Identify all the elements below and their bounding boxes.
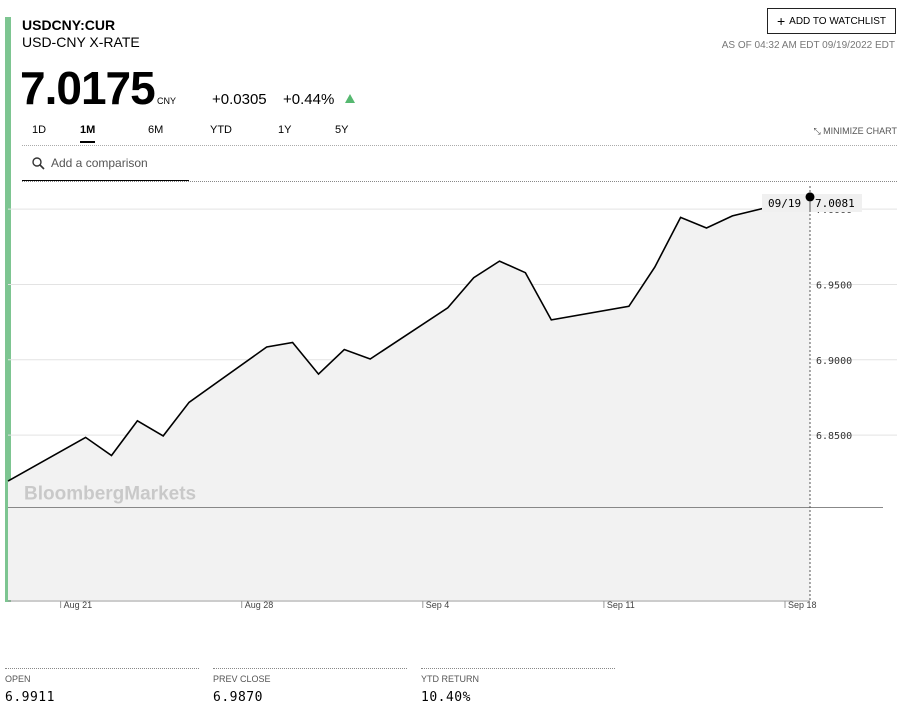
x-tick-label: Sep 11: [607, 600, 635, 610]
y-tick-label: 6.9500: [816, 280, 852, 291]
y-tick-label: 6.9000: [816, 356, 852, 367]
minimize-icon: ⤡: [813, 126, 821, 136]
tab-1m[interactable]: 1M: [80, 124, 96, 143]
stat-prev-close-value: 6.9870: [213, 690, 263, 705]
tab-5y[interactable]: 5Y: [335, 124, 348, 136]
tabs-divider: [22, 145, 897, 146]
price-change-percent: +0.44%: [283, 91, 335, 108]
ticker-symbol: USDCNY:CUR: [22, 17, 116, 33]
stat-prev-close-label: PREV CLOSE: [213, 674, 271, 684]
as-of-timestamp: AS OF 04:32 AM EDT 09/19/2022 EDT: [721, 40, 895, 51]
minimize-chart-button[interactable]: ⤡ MINIMIZE CHART: [813, 126, 897, 137]
x-tick-label: Sep 4: [426, 600, 450, 610]
x-tick-label: Aug 28: [245, 600, 274, 610]
up-arrow-icon: [345, 94, 355, 103]
tab-1y[interactable]: 1Y: [278, 124, 291, 136]
last-point-marker: [805, 192, 815, 202]
y-axis-ticks: 6.85006.90006.95007.0000: [816, 205, 852, 442]
chart-area: [8, 196, 810, 600]
x-tick-label: Sep 18: [788, 600, 817, 610]
comparison-input[interactable]: Add a comparison: [51, 156, 148, 170]
stat-ytd-return-label: YTD RETURN: [421, 674, 479, 684]
security-name: USD-CNY X-RATE: [22, 34, 140, 50]
stat-ytd-return-rule: [421, 668, 615, 669]
minimize-chart-label: MINIMIZE CHART: [823, 126, 897, 136]
x-tick-label: Aug 21: [64, 600, 93, 610]
price-currency: CNY: [157, 96, 177, 106]
search-icon: [32, 157, 45, 170]
tooltip-value: 7.0081: [815, 197, 855, 210]
tooltip-date: 09/19: [768, 197, 801, 210]
price-chart: BloombergMarkets 6.85006.90006.95007.000…: [7, 186, 897, 610]
add-to-watchlist-label: ADD TO WATCHLIST: [789, 15, 887, 27]
stat-open-value: 6.9911: [5, 690, 55, 705]
tab-6m[interactable]: 6M: [148, 124, 163, 136]
tab-ytd[interactable]: YTD: [210, 124, 232, 136]
stat-ytd-return-value: 10.40%: [421, 690, 471, 705]
price-change: +0.0305: [212, 91, 267, 108]
tab-1d[interactable]: 1D: [32, 124, 46, 136]
bloomberg-watermark: BloombergMarkets: [24, 484, 196, 505]
stat-prev-close-rule: [213, 668, 407, 669]
y-tick-label: 6.8500: [816, 431, 852, 442]
stat-open-rule: [5, 668, 199, 669]
stat-open-label: OPEN: [5, 674, 31, 684]
add-to-watchlist-button[interactable]: + ADD TO WATCHLIST: [767, 8, 896, 34]
last-price: 7.0175: [20, 62, 156, 114]
plus-icon: +: [776, 13, 786, 29]
